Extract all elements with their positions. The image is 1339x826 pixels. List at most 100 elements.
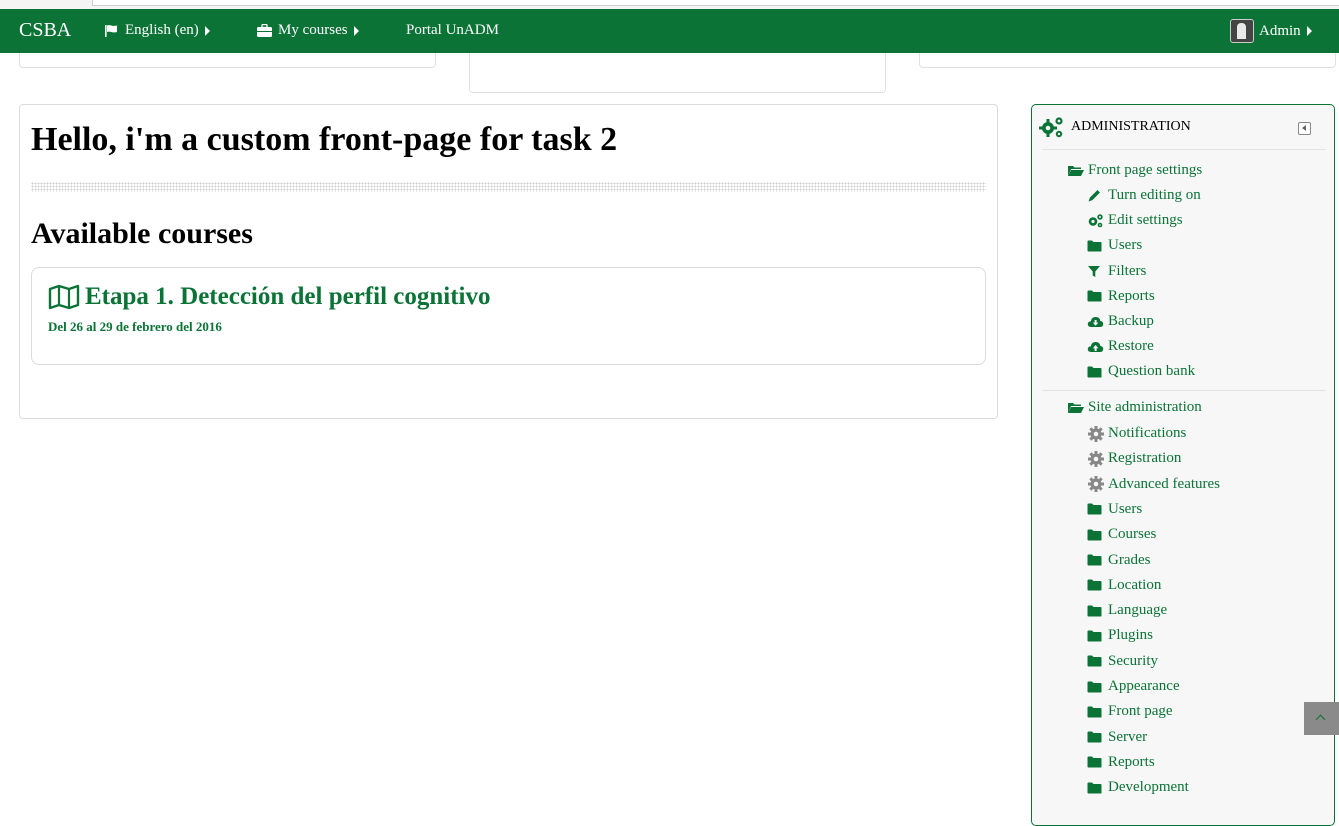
admin-item-label: Grades [1108,551,1151,568]
briefcase-icon [257,23,272,37]
course-link[interactable]: Etapa 1. Detección del perfil cognitivo [48,283,491,311]
admin-item-label: Courses [1108,526,1157,543]
admin-item-language[interactable]: Language [1087,602,1167,619]
admin-item-courses[interactable]: Courses [1087,526,1156,543]
admin-item-backup[interactable]: Backup [1087,313,1154,330]
divider [31,182,986,192]
admin-item-label: Turn editing on [1108,187,1201,203]
folder-icon [1087,289,1105,303]
user-menu[interactable]: Admin [1230,19,1312,43]
admin-item-label: Language [1108,602,1168,619]
caret-right-icon [353,25,359,36]
folder-icon [1087,578,1105,592]
admin-item-label: Users [1108,237,1143,254]
my-courses-menu[interactable]: My courses [256,22,359,39]
scroll-to-top-button[interactable] [1304,702,1339,735]
folder-icon [1087,730,1105,744]
language-menu[interactable]: English (en) [104,22,210,39]
admin-item-security[interactable]: Security [1087,653,1158,670]
admin-item-label: Front page [1108,703,1173,720]
admin-item-notifications[interactable]: Notifications [1087,425,1186,442]
folder-icon [1087,502,1105,516]
admin-item-label: Registration [1108,450,1182,467]
admin-item-label: Appearance [1108,678,1180,694]
admin-item-registration[interactable]: Registration [1087,450,1181,467]
admin-item-site-administration[interactable]: Site administration [1067,399,1202,416]
cloud-upload-icon [1087,340,1105,354]
admin-item-label: Notifications [1108,425,1187,441]
admin-item-edit-settings[interactable]: Edit settings [1087,212,1183,229]
admin-item-front-page-settings[interactable]: Front page settings [1067,162,1202,179]
cloud-download-icon [1087,315,1105,329]
admin-item-users[interactable]: Users [1087,237,1142,254]
admin-item-grades[interactable]: Grades [1087,552,1150,569]
filter-icon [1087,264,1105,278]
language-label: English (en) [125,22,199,38]
folder-icon [1087,604,1105,618]
my-courses-label: My courses [278,22,348,38]
user-name: Admin [1259,22,1301,39]
admin-item-users[interactable]: Users [1087,501,1142,518]
course-dates: Del 26 al 29 de febrero del 2016 [48,319,222,334]
administration-block: ADMINISTRATION Front page settings Turn e… [1031,104,1335,826]
folder-icon [1087,528,1105,542]
gears-icon [1087,214,1105,228]
admin-item-label: Development [1108,779,1189,796]
portal-link[interactable]: Portal UnADM [406,22,499,39]
dock-block-icon[interactable] [1298,122,1311,135]
divider [1042,149,1326,150]
admin-item-label: Location [1108,576,1162,593]
folder-icon [1087,239,1105,253]
map-icon [48,284,80,310]
admin-item-question-bank[interactable]: Question bank [1087,363,1195,380]
admin-item-reports[interactable]: Reports [1087,754,1155,771]
admin-item-filters[interactable]: Filters [1087,263,1146,280]
browser-strip [0,0,1339,9]
folder-open-icon [1067,164,1085,178]
admin-item-development[interactable]: Development [1087,779,1189,796]
address-bar[interactable] [92,0,1339,6]
admin-item-reports[interactable]: Reports [1087,288,1155,305]
block-card [19,53,436,68]
admin-item-label: Reports [1108,287,1155,304]
gear-icon [1087,425,1105,442]
folder-icon [1087,705,1105,719]
course-card: Etapa 1. Detección del perfil cognitivo … [31,267,986,365]
folder-icon [1087,553,1105,567]
caret-right-icon [1306,26,1312,36]
admin-item-label: Users [1108,500,1143,517]
folder-icon [1087,365,1105,379]
admin-item-location[interactable]: Location [1087,577,1161,594]
section-heading: Available courses [31,217,253,250]
top-navbar: CSBA English (en) My courses Portal UnAD… [0,9,1339,53]
admin-item-plugins[interactable]: Plugins [1087,627,1153,644]
gears-icon [1039,117,1063,138]
admin-item-appearance[interactable]: Appearance [1087,678,1180,695]
folder-icon [1087,680,1105,694]
gear-icon [1087,476,1105,493]
main-content: Hello, i'm a custom front-page for task … [19,104,998,419]
admin-item-front-page[interactable]: Front page [1087,703,1173,720]
admin-item-restore[interactable]: Restore [1087,338,1154,355]
page-title: Hello, i'm a custom front-page for task … [31,121,618,158]
admin-item-label: Edit settings [1108,212,1183,229]
folder-icon [1087,654,1105,668]
admin-item-advanced-features[interactable]: Advanced features [1087,476,1220,493]
folder-icon [1087,755,1105,769]
admin-item-server[interactable]: Server [1087,729,1147,746]
admin-item-label: Security [1108,652,1158,669]
admin-item-label: Backup [1108,313,1154,329]
admin-item-label: Filters [1108,262,1147,279]
block-card [469,53,886,93]
admin-item-label: Server [1108,728,1148,745]
caret-right-icon [204,25,210,36]
admin-item-label: Advanced features [1108,475,1221,492]
admin-item-label: Question bank [1108,363,1196,380]
admin-item-turn-editing-on[interactable]: Turn editing on [1087,187,1201,204]
administration-title: ADMINISTRATION [1071,119,1191,134]
site-brand[interactable]: CSBA [19,19,71,42]
admin-item-label: Reports [1108,753,1155,770]
admin-item-label: Site administration [1088,399,1202,415]
admin-item-label: Front page settings [1088,162,1203,178]
avatar [1230,19,1254,43]
